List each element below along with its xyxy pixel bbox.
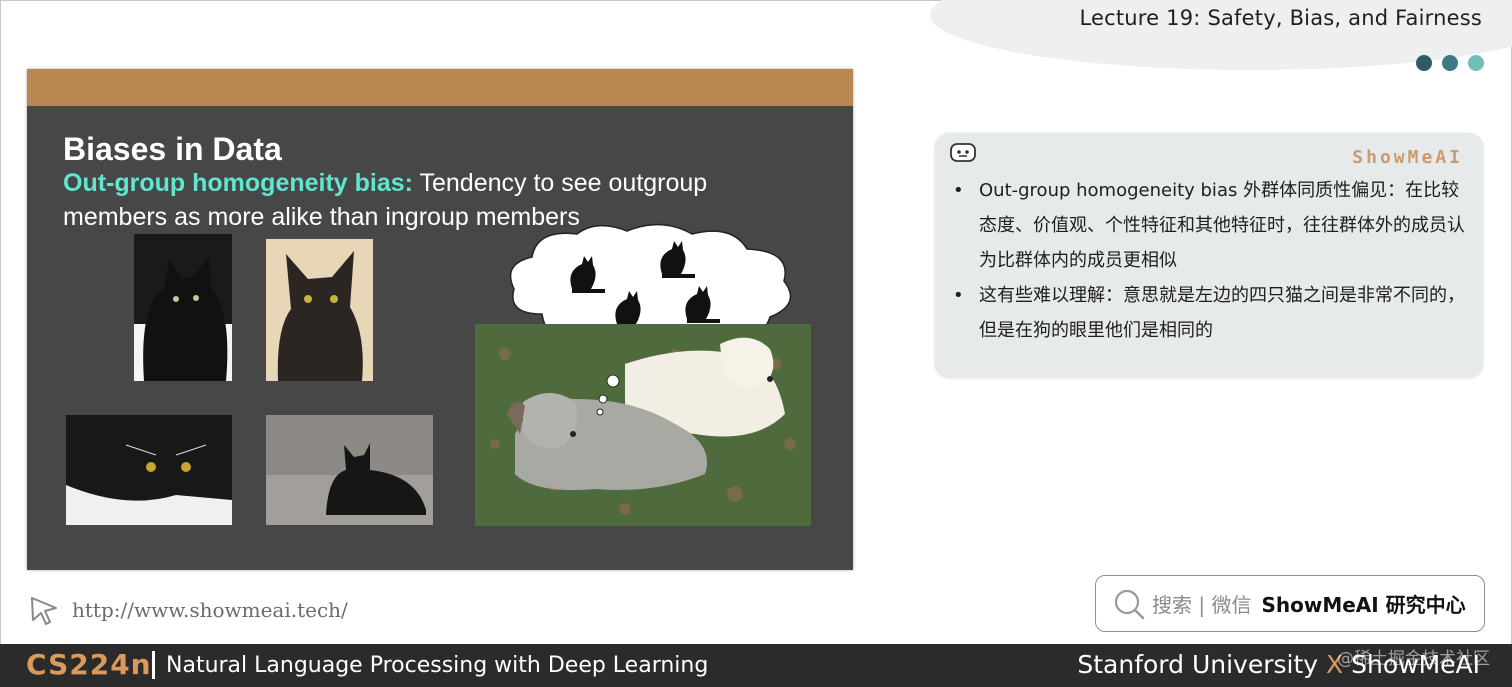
cat-photo-2: [266, 239, 373, 381]
note-item-1: Out-group homogeneity bias 外群体同质性偏见：在比较态…: [953, 173, 1473, 278]
dot-2: [1442, 55, 1458, 71]
notes-brand: ShowMeAI: [1352, 147, 1463, 168]
search-icon: [1114, 589, 1145, 619]
notes-panel: ShowMeAI Out-group homogeneity bias 外群体同…: [935, 133, 1483, 377]
header-dots: [1416, 55, 1484, 71]
lecture-title: Lecture 19: Safety, Bias, and Fairness: [1079, 6, 1482, 30]
cat-photo-1: [134, 234, 232, 381]
course-name: Natural Language Processing with Deep Le…: [166, 653, 709, 678]
dot-3: [1468, 55, 1484, 71]
search-box[interactable]: 搜索 | 微信 ShowMeAI 研究中心: [1095, 575, 1485, 632]
website-link[interactable]: http://www.showmeai.tech/: [28, 594, 348, 626]
website-url[interactable]: http://www.showmeai.tech/: [72, 598, 348, 622]
search-hint: 搜索 | 微信: [1152, 593, 1252, 617]
search-brand: ShowMeAI 研究中心: [1261, 593, 1466, 617]
dogs-photo: [475, 324, 811, 526]
university-name: Stanford University: [1077, 650, 1319, 679]
lecture-slide: Biases in Data Out-group homogeneity bia…: [27, 69, 853, 570]
robot-icon: [950, 143, 976, 162]
bias-term: Out-group homogeneity bias:: [63, 169, 413, 197]
notes-list: Out-group homogeneity bias 外群体同质性偏见：在比较态…: [953, 173, 1473, 348]
cat-photo-3: [66, 415, 232, 525]
course-separator: [152, 651, 155, 679]
cursor-icon: [31, 597, 57, 625]
slide-top-bar: [27, 69, 853, 106]
note-item-2: 这有些难以理解：意思就是左边的四只猫之间是非常不同的，但是在狗的眼里他们是相同的: [953, 278, 1473, 348]
cat-photo-4: [266, 415, 433, 525]
footer-bar: CS224n Natural Language Processing with …: [0, 644, 1512, 687]
course-code: CS224n: [26, 648, 152, 681]
slide-title: Biases in Data: [63, 131, 282, 167]
watermark: @稀土掘金技术社区: [1337, 649, 1490, 669]
dot-1: [1416, 55, 1432, 71]
